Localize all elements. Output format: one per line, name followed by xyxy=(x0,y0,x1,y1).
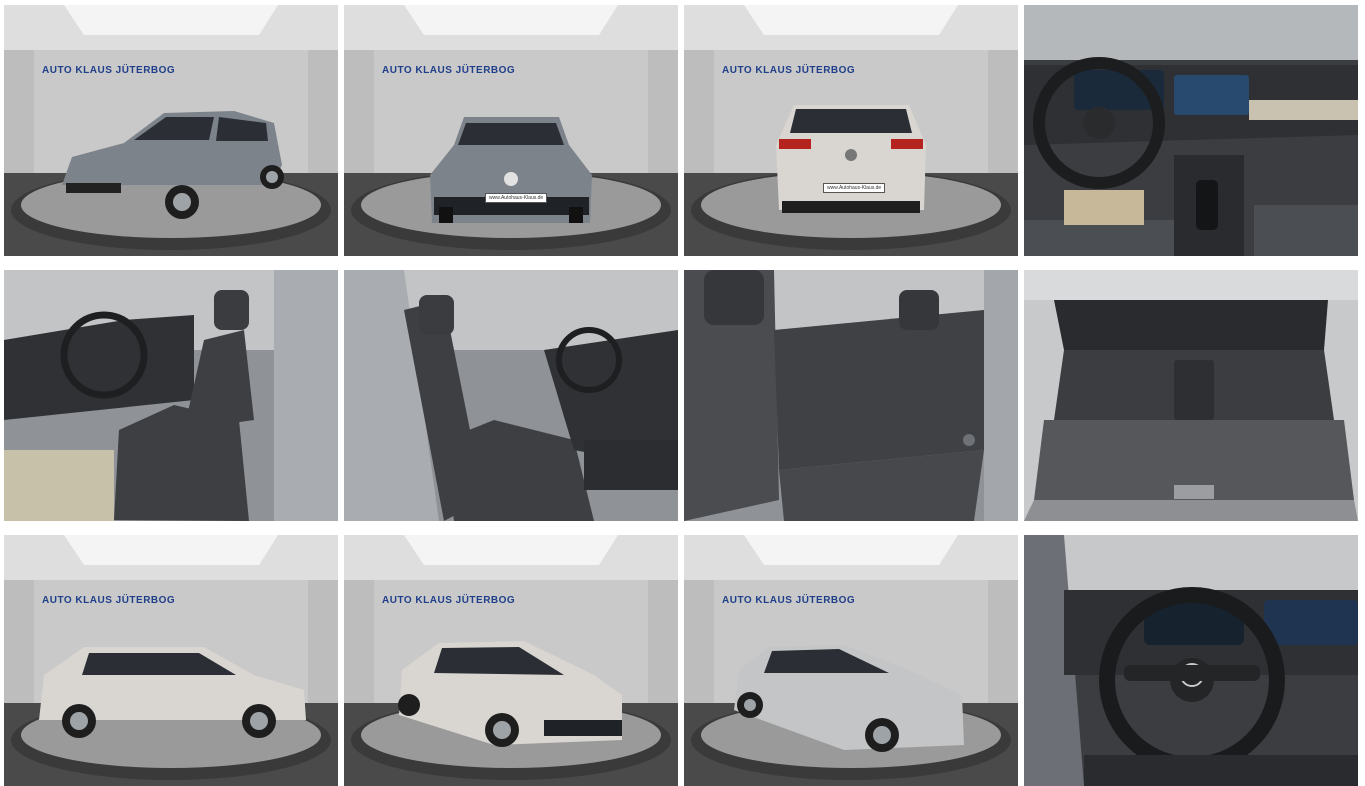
showroom-sign: AUTO KLAUS JÜTERBOG xyxy=(42,595,176,606)
showroom-scene xyxy=(4,535,338,786)
photo-exterior-front-right-side[interactable]: AUTO KLAUS JÜTERBOG xyxy=(684,535,1018,786)
interior-scene xyxy=(1024,535,1358,786)
showroom-sign: AUTO KLAUS JÜTERBOG xyxy=(382,65,516,76)
interior-scene xyxy=(4,270,338,521)
interior-scene xyxy=(684,270,1018,521)
photo-exterior-front-right-angle[interactable]: AUTO KLAUS JÜTERBOG xyxy=(344,535,678,786)
showroom-sign: AUTO KLAUS JÜTERBOG xyxy=(722,595,856,606)
photo-exterior-front[interactable]: AUTO KLAUS JÜTERBOG www.Autohaus-Klaus.d… xyxy=(344,5,678,256)
showroom-scene xyxy=(344,535,678,786)
photo-interior-steering-wheel[interactable] xyxy=(1024,535,1358,786)
photo-interior-dashboard[interactable] xyxy=(1024,5,1358,256)
photo-exterior-front-left[interactable]: AUTO KLAUS JÜTERBOG xyxy=(4,5,338,256)
license-plate: www.Autohaus-Klaus.de xyxy=(823,183,886,193)
photo-interior-front-seats-right[interactable] xyxy=(344,270,678,521)
photo-interior-rear-seats[interactable] xyxy=(684,270,1018,521)
showroom-sign: AUTO KLAUS JÜTERBOG xyxy=(382,595,516,606)
photo-exterior-rear[interactable]: AUTO KLAUS JÜTERBOG www.Autohaus-Klaus.d… xyxy=(684,5,1018,256)
interior-scene xyxy=(1024,5,1358,256)
interior-scene xyxy=(344,270,678,521)
photo-gallery: AUTO KLAUS JÜTERBOG AUTO KLAUS JÜTERBOG … xyxy=(0,0,1365,786)
photo-trunk[interactable] xyxy=(1024,270,1358,521)
license-plate: www.Autohaus-Klaus.de xyxy=(485,193,548,203)
showroom-scene xyxy=(4,5,338,256)
photo-exterior-side-right[interactable]: AUTO KLAUS JÜTERBOG xyxy=(4,535,338,786)
trunk-scene xyxy=(1024,270,1358,521)
photo-interior-front-seats-left[interactable] xyxy=(4,270,338,521)
showroom-scene xyxy=(344,5,678,256)
showroom-sign: AUTO KLAUS JÜTERBOG xyxy=(42,65,176,76)
showroom-scene xyxy=(684,535,1018,786)
showroom-scene xyxy=(684,5,1018,256)
showroom-sign: AUTO KLAUS JÜTERBOG xyxy=(722,65,856,76)
